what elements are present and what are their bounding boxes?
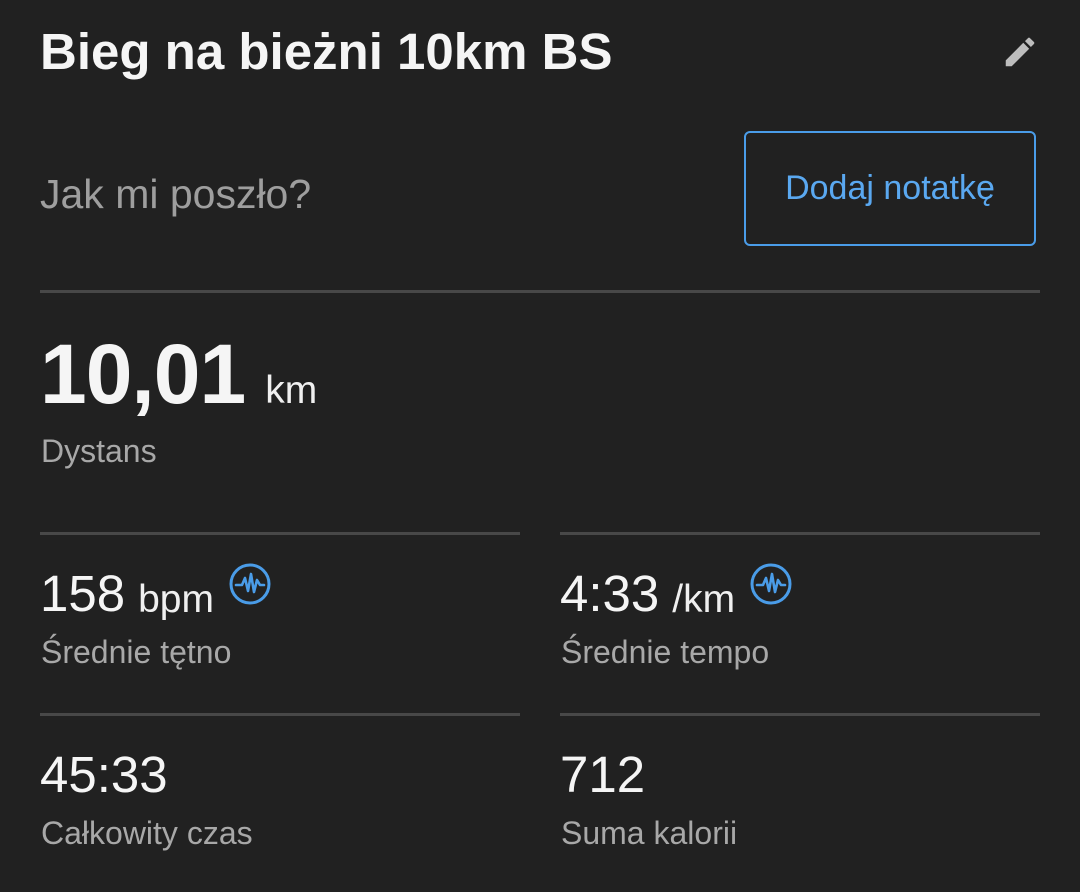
divider <box>40 290 1040 293</box>
heart-rate-number: 158 <box>40 565 126 622</box>
pencil-icon <box>1005 37 1035 67</box>
heart-rate-unit: bpm <box>138 578 214 621</box>
total-time-number: 45:33 <box>40 746 168 803</box>
distance-label: Dystans <box>41 433 157 469</box>
pace-number: 4:33 <box>560 565 660 622</box>
calories-number: 712 <box>560 746 646 803</box>
avg-pace-value: 4:33 /km <box>560 562 793 624</box>
distance-unit: km <box>265 369 318 412</box>
divider <box>560 713 1040 716</box>
avg-heart-rate-label: Średnie tętno <box>41 634 232 670</box>
calories-label: Suma kalorii <box>561 815 738 851</box>
calories-value: 712 <box>560 745 645 805</box>
feeling-question: Jak mi poszło? <box>40 171 312 217</box>
distance-number: 10,01 <box>40 327 246 421</box>
divider <box>560 532 1040 535</box>
heart-rate-icon[interactable] <box>228 562 272 606</box>
avg-heart-rate-value: 158 bpm <box>40 562 272 624</box>
total-time-value: 45:33 <box>40 745 168 805</box>
heart-rate-icon[interactable] <box>749 562 793 606</box>
edit-title-button[interactable] <box>996 28 1044 76</box>
activity-title: Bieg na bieżni 10km BS <box>40 23 613 80</box>
avg-pace-label: Średnie tempo <box>561 634 770 670</box>
divider <box>40 713 520 716</box>
distance-value: 10,01 km <box>40 326 317 422</box>
pace-unit: /km <box>672 578 736 621</box>
total-time-label: Całkowity czas <box>41 815 253 851</box>
divider <box>40 532 520 535</box>
add-note-button[interactable]: Dodaj notatkę <box>744 131 1036 246</box>
